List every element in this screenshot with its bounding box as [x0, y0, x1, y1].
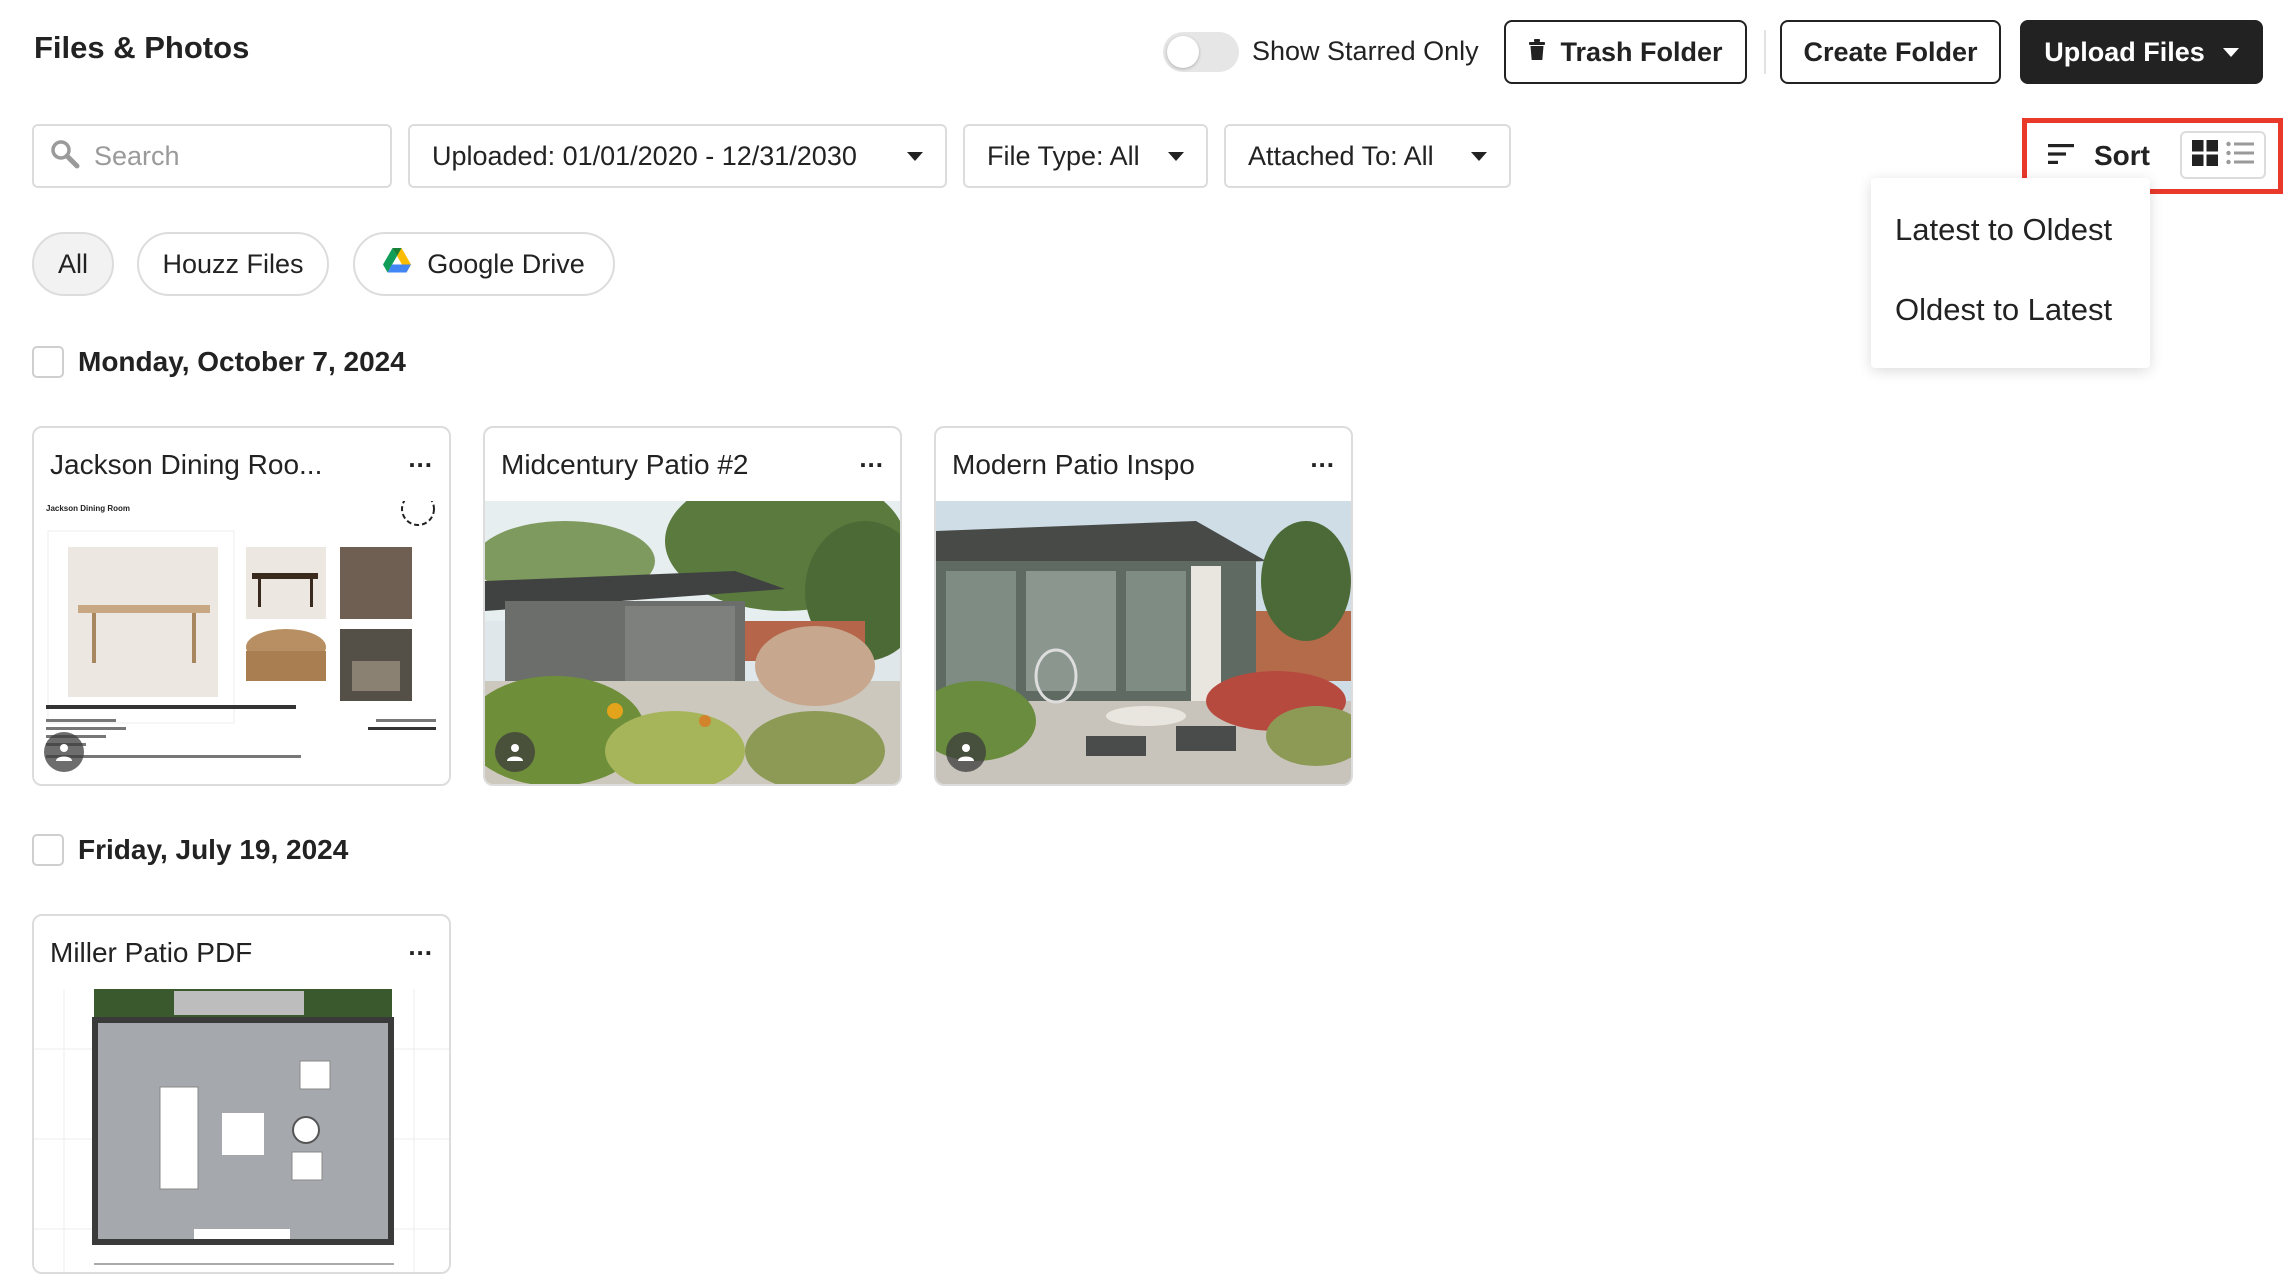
shared-user-icon — [44, 732, 84, 772]
date-group-header: Monday, October 7, 2024 — [32, 346, 406, 378]
search-box[interactable] — [32, 124, 392, 188]
upload-files-button[interactable]: Upload Files — [2020, 20, 2263, 84]
source-chip-google-drive[interactable]: Google Drive — [353, 232, 615, 296]
show-starred-label: Show Starred Only — [1252, 36, 1479, 66]
date-group-label: Friday, July 19, 2024 — [78, 834, 349, 865]
trash-folder-button[interactable]: Trash Folder — [1504, 20, 1747, 84]
grid-view-icon[interactable] — [2192, 139, 2218, 171]
trash-icon — [1528, 37, 1546, 68]
chevron-down-icon — [1471, 151, 1487, 161]
file-card[interactable]: Modern Patio Inspo ... — [934, 426, 1353, 786]
search-input[interactable] — [94, 140, 364, 172]
more-options-icon[interactable]: ... — [408, 933, 433, 965]
upload-files-label: Upload Files — [2044, 36, 2205, 67]
view-mode-toggle[interactable] — [2180, 131, 2266, 179]
file-type-filter-label: File Type: All — [987, 140, 1140, 171]
more-options-icon[interactable]: ... — [1310, 445, 1335, 477]
more-options-icon[interactable]: ... — [859, 445, 884, 477]
file-card-header: Miller Patio PDF ... — [34, 916, 449, 989]
file-thumbnail — [936, 501, 1351, 784]
chevron-down-icon — [1168, 151, 1184, 161]
page-title: Files & Photos — [34, 30, 250, 65]
date-group-header: Friday, July 19, 2024 — [32, 834, 348, 866]
file-card-header: Jackson Dining Roo... ... — [34, 428, 449, 501]
list-view-icon[interactable] — [2226, 141, 2254, 170]
chevron-down-icon — [2222, 47, 2239, 57]
shared-user-icon — [946, 732, 986, 772]
file-card-title: Miller Patio PDF — [50, 936, 253, 968]
date-group-checkbox[interactable] — [32, 834, 64, 866]
chevron-down-icon — [907, 151, 923, 161]
header-divider — [1764, 30, 1766, 74]
trash-folder-label: Trash Folder — [1560, 36, 1723, 67]
create-folder-button[interactable]: Create Folder — [1780, 20, 2001, 84]
preview-heading: Jackson Dining Room — [46, 504, 130, 513]
shared-user-icon — [495, 732, 535, 772]
file-card-title: Modern Patio Inspo — [952, 448, 1195, 480]
google-drive-label: Google Drive — [427, 248, 585, 279]
sort-option-latest-to-oldest[interactable]: Latest to Oldest — [1871, 202, 2150, 282]
attached-to-filter[interactable]: Attached To: All — [1224, 124, 1511, 188]
sort-button[interactable]: Sort — [2048, 134, 2150, 178]
date-group-checkbox[interactable] — [32, 346, 64, 378]
file-card[interactable]: Miller Patio PDF ... — [32, 914, 451, 1274]
date-group-label: Monday, October 7, 2024 — [78, 346, 406, 377]
file-card[interactable]: Jackson Dining Roo... ... Jackson Dining… — [32, 426, 451, 786]
sort-icon — [2048, 140, 2074, 172]
more-options-icon[interactable]: ... — [408, 445, 433, 477]
file-card-title: Jackson Dining Roo... — [50, 448, 323, 480]
sort-option-oldest-to-latest[interactable]: Oldest to Latest — [1871, 282, 2150, 362]
sort-label: Sort — [2094, 140, 2150, 171]
file-card-header: Midcentury Patio #2 ... — [485, 428, 900, 501]
google-drive-icon — [383, 248, 412, 280]
sort-dropdown-menu: Latest to Oldest Oldest to Latest — [1871, 178, 2150, 368]
file-thumbnail — [485, 501, 900, 784]
uploaded-date-filter[interactable]: Uploaded: 01/01/2020 - 12/31/2030 — [408, 124, 947, 188]
file-thumbnail — [34, 989, 449, 1272]
file-type-filter[interactable]: File Type: All — [963, 124, 1208, 188]
show-starred-toggle[interactable] — [1163, 32, 1239, 72]
file-card-title: Midcentury Patio #2 — [501, 448, 749, 480]
file-thumbnail: Jackson Dining Room — [34, 501, 449, 784]
file-card[interactable]: Midcentury Patio #2 ... — [483, 426, 902, 786]
uploaded-date-filter-label: Uploaded: 01/01/2020 - 12/31/2030 — [432, 140, 857, 171]
source-chip-houzz-files[interactable]: Houzz Files — [137, 232, 329, 296]
file-card-header: Modern Patio Inspo ... — [936, 428, 1351, 501]
source-chip-all[interactable]: All — [32, 232, 114, 296]
toggle-knob — [1167, 36, 1199, 68]
search-icon — [50, 139, 80, 174]
attached-to-filter-label: Attached To: All — [1248, 140, 1434, 171]
